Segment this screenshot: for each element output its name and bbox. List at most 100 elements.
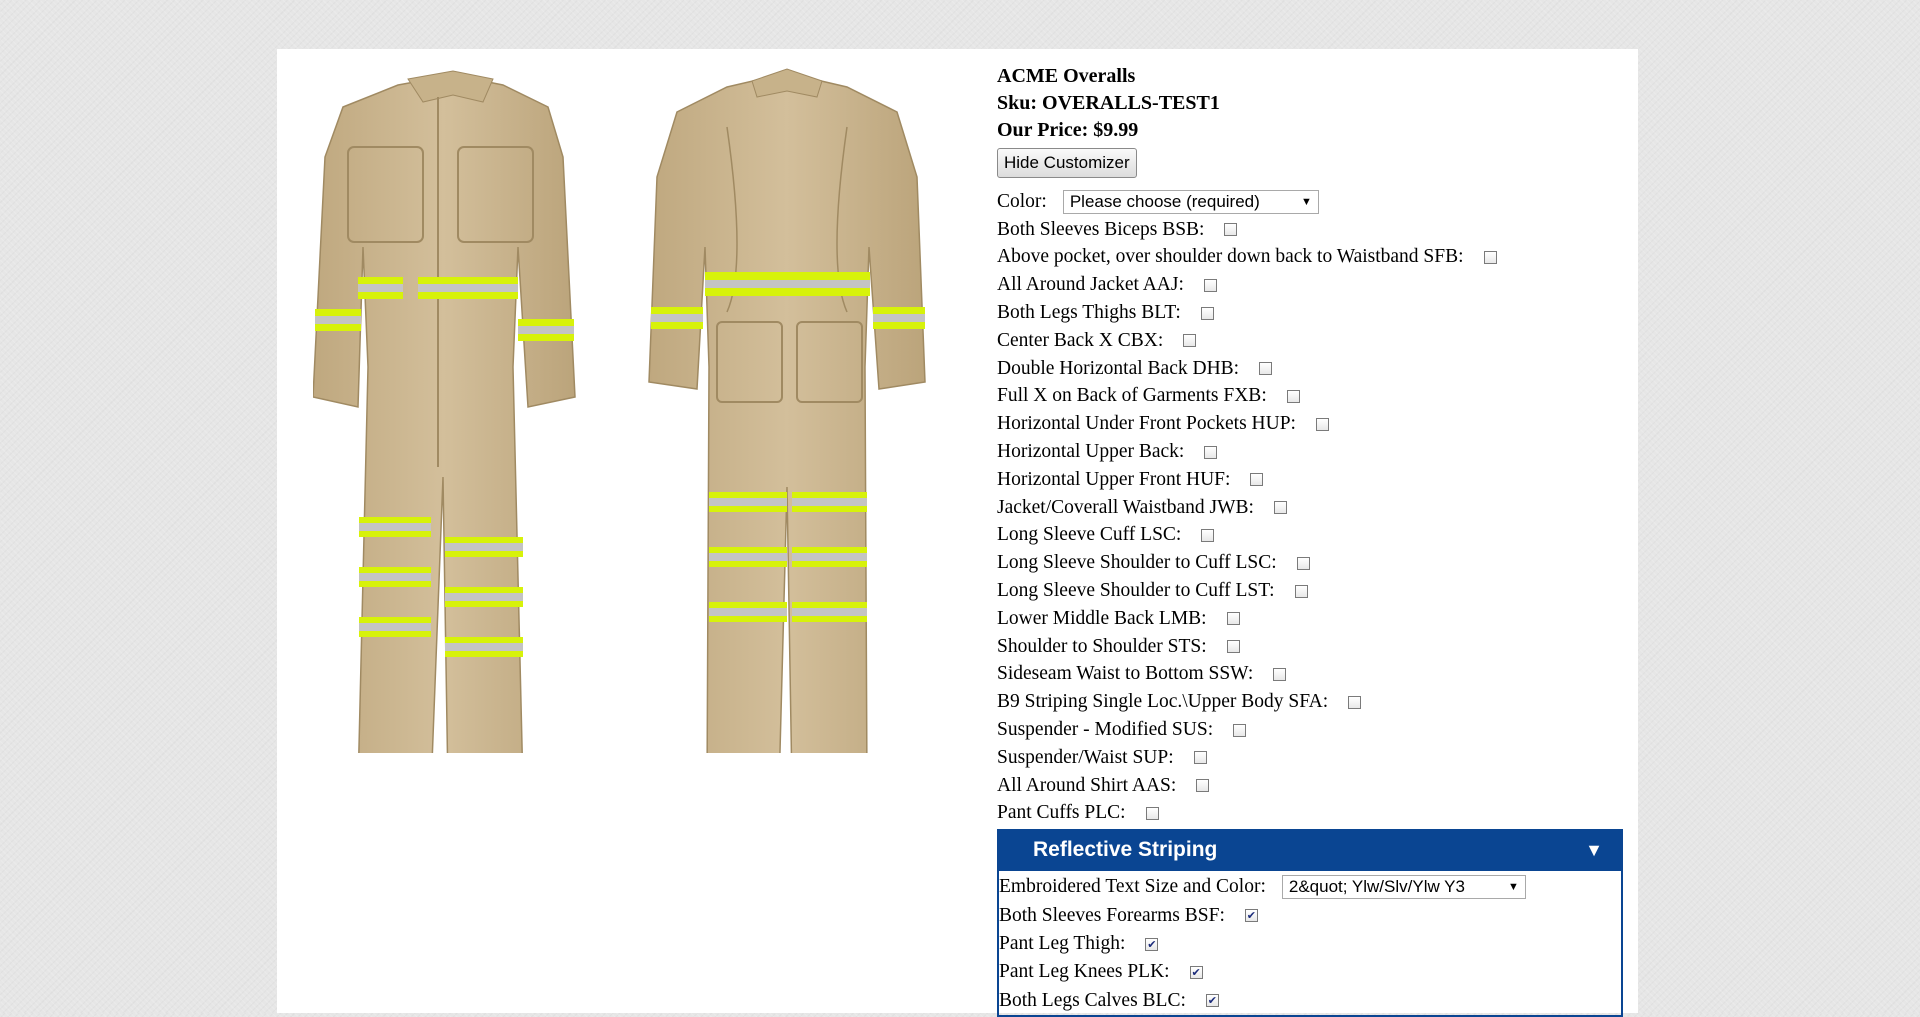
option-checkbox[interactable] — [1193, 751, 1207, 765]
option-row-jacket-coverall-waistband-jwb: Jacket/Coverall Waistband JWB: — [997, 494, 1627, 522]
hide-customizer-button[interactable]: Hide Customizer — [997, 148, 1137, 178]
embroidered-text-label: Embroidered Text Size and Color: — [999, 876, 1266, 898]
option-row-shoulder-to-shoulder-sts: Shoulder to Shoulder STS: — [997, 633, 1627, 661]
option-checkbox[interactable] — [1273, 501, 1287, 515]
option-row-both-sleeves-forearms-bsf: Both Sleeves Forearms BSF: ✔ — [999, 902, 1621, 930]
option-checkbox[interactable] — [1183, 334, 1197, 348]
option-label: Long Sleeve Shoulder to Cuff LSC: — [997, 552, 1277, 574]
option-checkbox[interactable] — [1315, 417, 1329, 431]
option-label: Jacket/Coverall Waistband JWB: — [997, 496, 1254, 518]
option-checkbox[interactable]: ✔ — [1189, 965, 1203, 979]
option-checkbox[interactable]: ✔ — [1205, 994, 1219, 1008]
embroidered-text-select[interactable]: 2&quot; Ylw/Slv/Ylw Y3 ▼ — [1281, 875, 1526, 900]
option-checkbox[interactable]: ✔ — [1145, 937, 1159, 951]
option-label: Horizontal Under Front Pockets HUP: — [997, 413, 1296, 435]
checkmark-icon: ✔ — [1191, 965, 1201, 979]
option-checkbox[interactable] — [1200, 306, 1214, 320]
option-row-all-around-shirt-aas: All Around Shirt AAS: — [997, 772, 1627, 800]
option-label: All Around Shirt AAS: — [997, 774, 1177, 796]
option-row-above-pocket-over-shoulder-down-back-to-waistband-sfb: Above pocket, over shoulder down back to… — [997, 244, 1627, 272]
option-label: Sideseam Waist to Bottom SSW: — [997, 663, 1254, 685]
option-checkbox[interactable] — [1201, 528, 1215, 542]
option-row-pant-leg-thigh: Pant Leg Thigh: ✔ — [999, 930, 1621, 958]
coverall-front-image — [313, 70, 576, 753]
option-label: Long Sleeve Shoulder to Cuff LST: — [997, 580, 1275, 602]
option-label: Above pocket, over shoulder down back to… — [997, 246, 1464, 268]
option-row-center-back-x-cbx: Center Back X CBX: — [997, 327, 1627, 355]
reflective-striping-body: Embroidered Text Size and Color: 2&quot;… — [999, 871, 1621, 1014]
option-row-suspender-modified-sus: Suspender - Modified SUS: — [997, 716, 1627, 744]
coverall-back-image — [648, 68, 926, 753]
option-row-all-around-jacket-aaj: All Around Jacket AAJ: — [997, 271, 1627, 299]
product-panel: ACME Overalls Sku: OVERALLS-TEST1 Our Pr… — [277, 49, 1638, 1017]
option-checkbox[interactable] — [1296, 556, 1310, 570]
option-label: Suspender - Modified SUS: — [997, 719, 1214, 741]
option-label: Full X on Back of Garments FXB: — [997, 385, 1267, 407]
option-row-sideseam-waist-to-bottom-ssw: Sideseam Waist to Bottom SSW: — [997, 661, 1627, 689]
reflective-options: Both Sleeves Forearms BSF: ✔ Pant Leg Thig… — [999, 902, 1621, 1015]
option-checkbox[interactable] — [1286, 389, 1300, 403]
product-info: ACME Overalls Sku: OVERALLS-TEST1 Our Pr… — [997, 63, 1627, 1017]
option-checkbox[interactable] — [1204, 445, 1218, 459]
option-checkbox[interactable] — [1224, 223, 1238, 237]
option-row-horizontal-upper-front-huf: Horizontal Upper Front HUF: — [997, 466, 1627, 494]
option-label: Pant Cuffs PLC: — [997, 802, 1126, 824]
option-label: Both Sleeves Forearms BSF: — [999, 904, 1225, 926]
option-row-both-legs-thighs-blt: Both Legs Thighs BLT: — [997, 299, 1627, 327]
product-price: Our Price: $9.99 — [997, 119, 1139, 141]
option-checkbox[interactable] — [1233, 723, 1247, 737]
option-label: Long Sleeve Cuff LSC: — [997, 524, 1182, 546]
option-label: Both Sleeves Biceps BSB: — [997, 218, 1205, 240]
option-row-b9-striping-single-loc-upper-body-sfa: B9 Striping Single Loc.\Upper Body SFA: — [997, 688, 1627, 716]
option-row-suspender-waist-sup: Suspender/Waist SUP: — [997, 744, 1627, 772]
checkmark-icon: ✔ — [1246, 909, 1256, 923]
option-row-horizontal-upper-back: Horizontal Upper Back: — [997, 438, 1627, 466]
product-images — [277, 49, 977, 769]
option-row-full-x-on-back-of-garments-fxb: Full X on Back of Garments FXB: — [997, 383, 1627, 411]
checkmark-icon: ✔ — [1207, 994, 1217, 1008]
option-checkbox[interactable] — [1273, 667, 1287, 681]
option-checkbox[interactable] — [1145, 806, 1159, 820]
option-label: Horizontal Upper Back: — [997, 441, 1185, 463]
reflective-striping-header[interactable]: Reflective Striping ▼ — [999, 829, 1621, 872]
option-label: Pant Leg Thigh: — [999, 933, 1126, 955]
reflective-striping-section: Reflective Striping ▼ Embroidered Text S… — [997, 829, 1623, 1017]
chevron-down-icon: ▼ — [1508, 881, 1519, 894]
option-row-both-legs-calves-blc: Both Legs Calves BLC: ✔ — [999, 987, 1621, 1015]
triangle-down-icon: ▼ — [1585, 839, 1603, 860]
option-label: Both Legs Thighs BLT: — [997, 302, 1181, 324]
option-label: Both Legs Calves BLC: — [999, 989, 1186, 1011]
product-sku: Sku: OVERALLS-TEST1 — [997, 92, 1220, 114]
embroidered-text-value: 2&quot; Ylw/Slv/Ylw Y3 — [1288, 877, 1465, 897]
option-checkbox[interactable] — [1294, 584, 1308, 598]
option-checkbox[interactable] — [1483, 250, 1497, 264]
option-row-lower-middle-back-lmb: Lower Middle Back LMB: — [997, 605, 1627, 633]
product-name: ACME Overalls — [997, 65, 1136, 87]
option-row-pant-leg-knees-plk: Pant Leg Knees PLK: ✔ — [999, 958, 1621, 986]
option-label: All Around Jacket AAJ: — [997, 274, 1184, 296]
option-checkbox[interactable] — [1196, 779, 1210, 793]
option-checkbox[interactable] — [1226, 612, 1240, 626]
chevron-down-icon: ▼ — [1300, 195, 1312, 208]
color-select[interactable]: Please choose (required) ▼ — [1062, 189, 1319, 214]
option-checkbox[interactable] — [1203, 278, 1217, 292]
option-checkbox[interactable] — [1250, 473, 1264, 487]
color-label: Color: — [997, 190, 1047, 212]
option-label: Pant Leg Knees PLK: — [999, 961, 1170, 983]
option-label: Horizontal Upper Front HUF: — [997, 468, 1231, 490]
embroidered-text-row: Embroidered Text Size and Color: 2&quot;… — [999, 873, 1621, 901]
option-checkbox[interactable] — [1226, 640, 1240, 654]
option-checkbox[interactable]: ✔ — [1244, 909, 1258, 923]
option-checkbox[interactable] — [1348, 695, 1362, 709]
option-checkbox[interactable] — [1259, 362, 1273, 376]
reflective-striping-title: Reflective Striping — [1033, 838, 1218, 862]
checkmark-icon: ✔ — [1147, 937, 1157, 951]
option-row-long-sleeve-cuff-lsc: Long Sleeve Cuff LSC: — [997, 522, 1627, 550]
option-label: Double Horizontal Back DHB: — [997, 357, 1240, 379]
option-row-double-horizontal-back-dhb: Double Horizontal Back DHB: — [997, 355, 1627, 383]
color-row: Color: Please choose (required) ▼ — [997, 188, 1627, 216]
option-label: Suspender/Waist SUP: — [997, 746, 1174, 768]
option-label: Center Back X CBX: — [997, 329, 1164, 351]
option-row-long-sleeve-shoulder-to-cuff-lst: Long Sleeve Shoulder to Cuff LST: — [997, 577, 1627, 605]
color-select-value: Please choose (required) — [1069, 191, 1260, 211]
